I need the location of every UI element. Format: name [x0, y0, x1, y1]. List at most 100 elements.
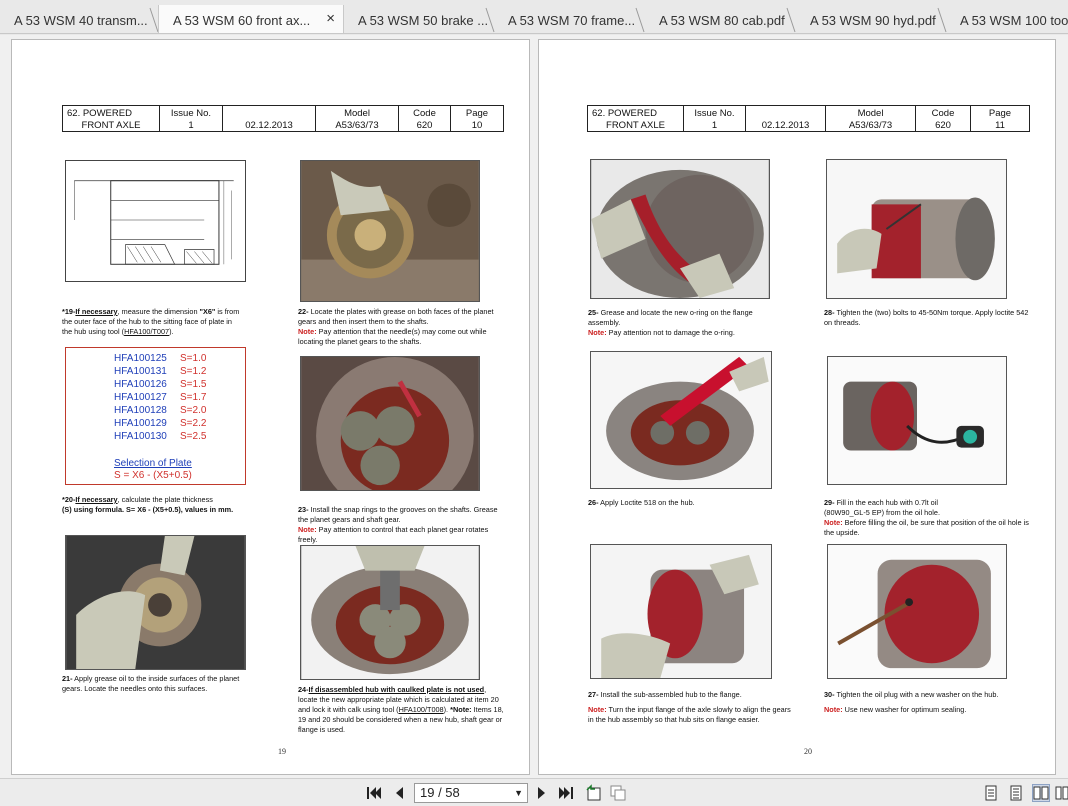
next-page-icon[interactable]	[533, 784, 551, 802]
tab-label: A 53 WSM 60 front ax...	[173, 12, 311, 28]
step-number: 27-	[588, 690, 599, 699]
tab-wsm100[interactable]: A 53 WSM 100 too	[946, 6, 1068, 33]
selection-formula: S = X6 - (X5+0.5)	[114, 470, 192, 481]
issue-label: Issue No.	[694, 108, 735, 119]
oil-fill-photo	[827, 356, 1007, 485]
text: Install the sub-assembled hub to the fla…	[598, 690, 742, 699]
step-23-caption: 23- Install the snap rings to the groove…	[298, 505, 503, 545]
page-number-select[interactable]: 19 / 58 ▼	[414, 783, 528, 803]
two-page-continuous-icon[interactable]	[1053, 784, 1068, 802]
plate-code: HFA100130	[114, 431, 167, 442]
dimension-label: "X6"	[199, 307, 216, 316]
text: Tighten the (two) bolts to 45-50Nm torqu…	[824, 308, 1029, 327]
step-number: 24-	[298, 685, 309, 694]
tab-wsm80[interactable]: A 53 WSM 80 cab.pdf	[645, 6, 797, 33]
date-value: 02.12.2013	[761, 120, 810, 131]
tab-label: A 53 WSM 50 brake ...	[358, 12, 489, 28]
tab-bar: A 53 WSM 40 transm... A 53 WSM 60 front …	[0, 0, 1068, 34]
issue-value: 1	[711, 120, 718, 131]
plate-thickness: S=1.7	[180, 392, 207, 403]
tool-code: HFA100/T007	[124, 327, 170, 336]
snap-ring-photo	[300, 356, 480, 491]
step-number: 23-	[298, 505, 309, 514]
step-20-caption: *20-If necessary, calculate the plate th…	[62, 495, 262, 515]
loctite-photo	[590, 351, 772, 489]
document-viewport[interactable]: 62. POWERED FRONT AXLE Issue No. 1 02.12.2…	[0, 35, 1068, 778]
tab-wsm90[interactable]: A 53 WSM 90 hyd.pdf	[796, 6, 948, 33]
model-label: Model	[344, 108, 370, 119]
step-19-caption: *19-If necessary, measure the dimension …	[62, 307, 242, 337]
code-value: 620	[416, 120, 433, 131]
tab-label: A 53 WSM 80 cab.pdf	[659, 12, 785, 28]
text: Locate the plates with grease on both fa…	[298, 307, 494, 326]
continuous-icon[interactable]	[1007, 784, 1025, 802]
plate-thickness: S=2.0	[180, 405, 207, 416]
tab-wsm70[interactable]: A 53 WSM 70 frame...	[494, 6, 646, 33]
plate-thickness: S=1.0	[180, 353, 207, 364]
note-text: Turn the input flange of the axle slowly…	[588, 705, 791, 724]
section-subtitle: FRONT AXLE	[81, 120, 141, 131]
note-text: Use new washer for optimum sealing.	[842, 705, 967, 714]
page-label: Page	[988, 108, 1012, 119]
tab-label: A 53 WSM 40 transm...	[14, 12, 148, 28]
last-page-icon[interactable]	[557, 784, 575, 802]
plate-selection-table: HFA100125 S=1.0 HFA100131 S=1.2 HFA100126 S…	[65, 347, 246, 485]
text: , measure the dimension	[117, 307, 200, 316]
text: (80W90_GL-5 EP) from the oil hole.	[824, 508, 940, 517]
text: Grease and locate the new o-ring on the …	[588, 308, 753, 327]
plate-code: HFA100125	[114, 353, 167, 364]
selection-title: Selection of Plate	[114, 458, 192, 469]
tool-code: HFA100/T008	[398, 705, 444, 714]
tab-label: A 53 WSM 100 too	[960, 12, 1068, 28]
hub-cross-section-drawing	[65, 160, 246, 282]
text: Apply Loctite 518 on the hub.	[598, 498, 695, 507]
text: , calculate the plate thickness	[117, 495, 213, 504]
step-28-caption: 28- Tighten the (two) bolts to 45-50Nm t…	[824, 308, 1034, 328]
navigation-toolbar: 19 / 58 ▼	[0, 778, 1068, 806]
note-label: *Note:	[450, 705, 472, 714]
note-text: Pay attention not to damage the o-ring.	[606, 328, 735, 337]
page-header-table: 62. POWERED FRONT AXLE Issue No. 1 02.12.2…	[587, 105, 1030, 132]
first-page-icon[interactable]	[365, 784, 383, 802]
step-number: 25-	[588, 308, 599, 317]
step-number: 22-	[298, 307, 309, 316]
grease-gear-photo	[65, 535, 246, 670]
tab-wsm40[interactable]: A 53 WSM 40 transm...	[0, 6, 160, 33]
issue-value: 1	[188, 120, 194, 131]
code-label: Code	[413, 108, 436, 119]
page-value: 11	[995, 120, 1005, 131]
plate-code: HFA100129	[114, 418, 167, 429]
view-icon[interactable]	[609, 784, 627, 802]
step-21-caption: 21- Apply grease oil to the inside surfa…	[62, 674, 252, 694]
plate-code: HFA100131	[114, 366, 167, 377]
plate-row: HFA100128 S=2.0	[114, 405, 206, 416]
code-value: 620	[935, 120, 951, 131]
tab-wsm50[interactable]: A 53 WSM 50 brake ...	[344, 6, 496, 33]
plate-code: HFA100128	[114, 405, 167, 416]
step-number: 30-	[824, 690, 835, 699]
step-26-caption: 26- Apply Loctite 518 on the hub.	[588, 498, 773, 508]
prev-page-icon[interactable]	[390, 784, 408, 802]
text: ).	[169, 327, 174, 336]
plate-thickness: S=2.5	[180, 431, 207, 442]
rotate-icon[interactable]	[585, 784, 603, 802]
note-text: Pay attention that the needle(s) may com…	[298, 327, 487, 346]
code-label: Code	[931, 108, 955, 119]
tab-wsm60-front-axle[interactable]: A 53 WSM 60 front ax... ×	[158, 5, 344, 33]
tab-label: A 53 WSM 70 frame...	[508, 12, 636, 28]
chevron-down-icon[interactable]: ▼	[514, 784, 523, 802]
two-page-icon[interactable]	[1032, 784, 1050, 802]
step-29-caption: 29- Fill in the each hub with 0.7lt oil …	[824, 498, 1034, 538]
plate-row: HFA100127 S=1.7	[114, 392, 206, 403]
date-value: 02.12.2013	[245, 120, 293, 131]
text: Tighten the oil plug with a new washer o…	[834, 690, 999, 699]
plate-thickness: S=2.2	[180, 418, 207, 429]
bolt-tightening-photo	[826, 159, 1007, 299]
step-number: 28-	[824, 308, 835, 317]
text: Fill in the each hub with 0.7lt oil	[834, 498, 938, 507]
section-title: 62. POWERED	[592, 108, 657, 119]
close-tab-icon[interactable]: ×	[326, 11, 335, 27]
page-number-value: 19 / 58	[420, 785, 460, 800]
single-page-icon[interactable]	[982, 784, 1000, 802]
page-right: 62. POWERED FRONT AXLE Issue No. 1 02.12.2…	[538, 39, 1056, 775]
